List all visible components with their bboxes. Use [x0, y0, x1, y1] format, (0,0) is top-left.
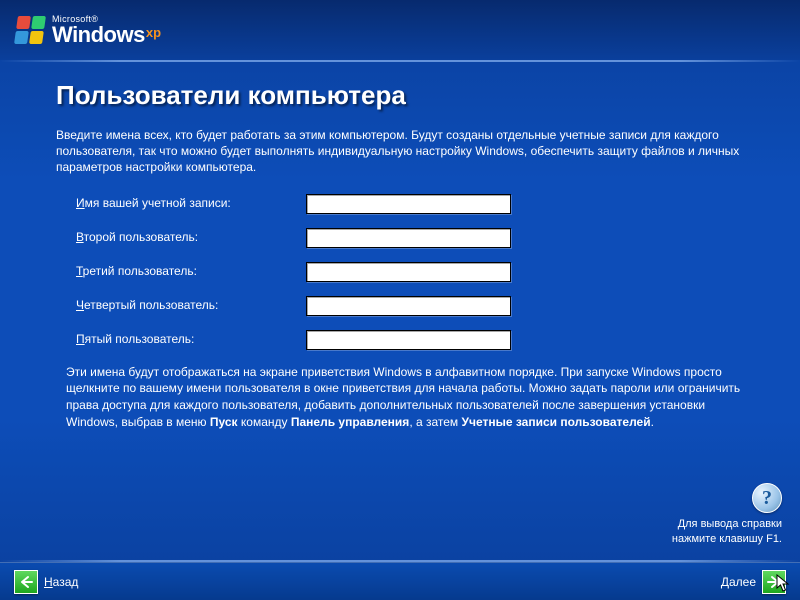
label-user-1: Имя вашей учетной записи: [76, 196, 306, 210]
row-user-5: Пятый пользователь: [76, 330, 744, 350]
footer: Назад Далее [0, 562, 800, 600]
label-user-2: Второй пользователь: [76, 230, 306, 244]
content-area: Пользователи компьютера Введите имена вс… [0, 62, 800, 431]
input-user-2[interactable] [306, 228, 511, 248]
label-user-3: Третий пользователь: [76, 264, 306, 278]
help-area: ? Для вывода справки нажмите клавишу F1. [672, 483, 782, 546]
row-user-2: Второй пользователь: [76, 228, 744, 248]
help-icon[interactable]: ? [752, 483, 782, 513]
input-user-1[interactable] [306, 194, 511, 214]
arrow-right-icon [762, 570, 786, 594]
page-title: Пользователи компьютера [56, 80, 744, 111]
intro-text: Введите имена всех, кто будет работать з… [56, 127, 744, 176]
windows-flag-icon [14, 16, 46, 44]
users-form: Имя вашей учетной записи: Второй пользов… [56, 194, 744, 350]
row-user-3: Третий пользователь: [76, 262, 744, 282]
input-user-5[interactable] [306, 330, 511, 350]
info-text: Эти имена будут отображаться на экране п… [56, 364, 744, 431]
input-user-4[interactable] [306, 296, 511, 316]
help-text-line2: нажмите клавишу F1. [672, 532, 782, 546]
header: Microsoft® Windowsxp [0, 0, 800, 60]
next-button[interactable]: Далее [721, 570, 786, 594]
arrow-left-icon [14, 570, 38, 594]
row-user-4: Четвертый пользователь: [76, 296, 744, 316]
label-user-4: Четвертый пользователь: [76, 298, 306, 312]
label-user-5: Пятый пользователь: [76, 332, 306, 346]
back-button[interactable]: Назад [14, 570, 78, 594]
windows-logo-text: Microsoft® Windowsxp [52, 15, 161, 46]
row-user-1: Имя вашей учетной записи: [76, 194, 744, 214]
input-user-3[interactable] [306, 262, 511, 282]
help-text-line1: Для вывода справки [672, 517, 782, 531]
